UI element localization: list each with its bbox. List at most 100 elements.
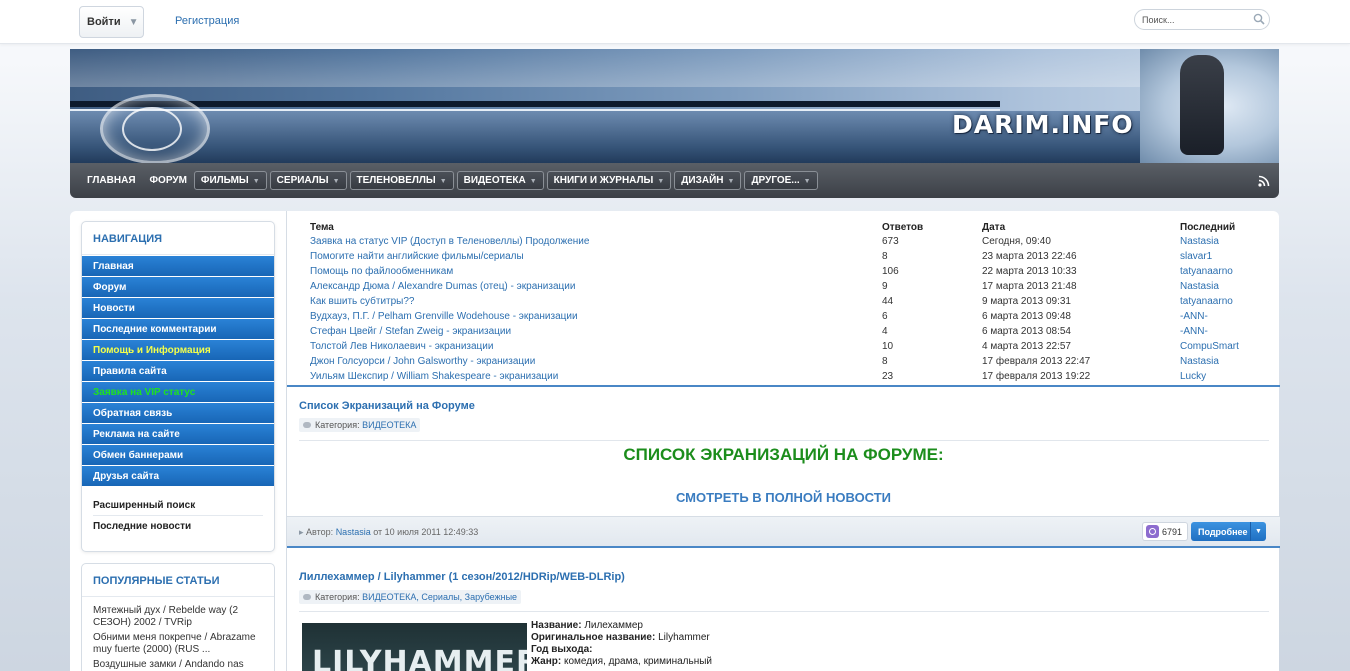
nav-dropdown-books[interactable]: КНИГИ И ЖУРНАЛЫ ▼	[546, 171, 672, 190]
category-link[interactable]: ВИДЕОТЕКА, Сериалы, Зарубежные	[362, 592, 517, 602]
divider	[299, 440, 1269, 441]
nav-dropdown-label: СЕРИАЛЫ	[276, 175, 329, 186]
popular-article-link[interactable]: Воздушные замки / Andando nas	[93, 659, 263, 671]
column-date: Дата	[982, 221, 1006, 233]
sidebar-item-advanced-search[interactable]: Расширенный поиск	[93, 495, 263, 516]
last-poster-link[interactable]: tatyanaarno	[1180, 266, 1233, 277]
table-cell: tatyanaarno	[1180, 294, 1250, 309]
chevron-down-icon: ▼	[529, 178, 537, 185]
last-poster-link[interactable]: Nastasia	[1180, 356, 1219, 367]
sidebar-item-vip[interactable]: Заявка на VIP статус	[82, 382, 274, 403]
search-icon[interactable]	[1253, 13, 1265, 25]
table-cell: 6 марта 2013 08:54	[982, 324, 1180, 339]
login-button[interactable]: Войти ▼	[79, 6, 144, 38]
topic-date: 4 марта 2013 22:57	[982, 341, 1071, 352]
nav-dropdown-label: ВИДЕОТЕКА	[463, 175, 526, 186]
topic-link[interactable]: Как вшить субтитры??	[310, 296, 415, 307]
last-poster-link[interactable]: Nastasia	[1180, 281, 1219, 292]
read-full-news-link[interactable]: СМОТРЕТЬ В ПОЛНОЙ НОВОСТИ	[287, 490, 1280, 505]
nav-item-forum[interactable]: ФОРУМ	[143, 175, 194, 186]
sidebar-item-comments[interactable]: Последние комментарии	[82, 319, 274, 340]
table-cell: 10	[882, 339, 982, 354]
sidebar-item-news[interactable]: Новости	[82, 298, 274, 319]
nav-dropdown-videoteka[interactable]: ВИДЕОТЕКА ▼	[456, 171, 544, 190]
sidebar-item-rules[interactable]: Правила сайта	[82, 361, 274, 382]
table-cell: Вудхауз, П.Г. / Pelham Grenville Wodehou…	[310, 309, 882, 324]
last-poster-link[interactable]: Lucky	[1180, 371, 1206, 382]
table-cell: 44	[882, 294, 982, 309]
chevron-down-icon[interactable]: ▼	[1250, 522, 1266, 541]
nav-dropdown-series[interactable]: СЕРИАЛЫ ▼	[269, 171, 347, 190]
nav-dropdown-telenovelas[interactable]: ТЕЛЕНОВЕЛЛЫ ▼	[349, 171, 454, 190]
film-reel-graphic	[122, 107, 182, 151]
sidebar-item-home[interactable]: Главная	[82, 256, 274, 277]
register-link[interactable]: Регистрация	[175, 15, 239, 27]
table-row: Вудхауз, П.Г. / Pelham Grenville Wodehou…	[310, 309, 1250, 324]
author-link[interactable]: Nastasia	[336, 527, 371, 537]
table-row: Заявка на статус VIP (Доступ в Теленовел…	[310, 234, 1250, 249]
last-poster-link[interactable]: CompuSmart	[1180, 341, 1239, 352]
news-category: Категория: ВИДЕОТЕКА, Сериалы, Зарубежны…	[299, 590, 522, 604]
category-label: Категория:	[315, 592, 360, 602]
category-link[interactable]: ВИДЕОТЕКА	[362, 420, 416, 430]
news-footer: ▸ Автор: Nastasia от 10 июля 2011 12:49:…	[287, 516, 1280, 546]
nav-dropdown-films[interactable]: ФИЛЬМЫ ▼	[193, 171, 267, 190]
table-cell: Заявка на статус VIP (Доступ в Теленовел…	[310, 234, 882, 249]
last-poster-link[interactable]: Nastasia	[1180, 236, 1219, 247]
news-info: Название: Лилехаммер Оригинальное назван…	[531, 620, 712, 668]
sidebar-item-forum[interactable]: Форум	[82, 277, 274, 298]
more-button[interactable]: Подробнее ▼	[1191, 522, 1266, 541]
nav-dropdown-other[interactable]: ДРУГОЕ... ▼	[744, 171, 818, 190]
sidebar-item-help[interactable]: Помощь и Информация	[82, 340, 274, 361]
news-title-link[interactable]: Список Экранизаций на Форуме	[299, 400, 475, 412]
sidebar-item-feedback[interactable]: Обратная связь	[82, 403, 274, 424]
topic-link[interactable]: Стефан Цвейг / Stefan Zweig - экранизаци…	[310, 326, 511, 337]
table-row: Александр Дюма / Alexandre Dumas (отец) …	[310, 279, 1250, 294]
table-cell: 673	[882, 234, 982, 249]
site-logo[interactable]: DARIM.INFO	[952, 110, 1134, 139]
section-divider	[287, 385, 1280, 387]
nav-dropdown-design[interactable]: ДИЗАЙН ▼	[674, 171, 742, 190]
sidebar-item-advertising[interactable]: Реклама на сайте	[82, 424, 274, 445]
last-poster-link[interactable]: -ANN-	[1180, 326, 1208, 337]
sidebar-item-friends[interactable]: Друзья сайта	[82, 466, 274, 487]
rss-icon[interactable]	[1257, 174, 1271, 188]
topic-date: 6 марта 2013 09:48	[982, 311, 1071, 322]
table-cell: 4	[882, 324, 982, 339]
table-cell: -ANN-	[1180, 324, 1250, 339]
topic-link[interactable]: Помогите найти английские фильмы/сериалы	[310, 251, 524, 262]
topic-link[interactable]: Уильям Шекспир / William Shakespeare - э…	[310, 371, 558, 382]
news-title-link[interactable]: Лиллехаммер / Lilyhammer (1 сезон/2012/H…	[299, 571, 625, 583]
last-poster-link[interactable]: slavar1	[1180, 251, 1212, 262]
topic-link[interactable]: Заявка на статус VIP (Доступ в Теленовел…	[310, 236, 589, 247]
news-poster-image[interactable]: LILYHAMMER	[302, 623, 527, 671]
sidebar-item-banners[interactable]: Обмен баннерами	[82, 445, 274, 466]
info-row: Год выхода:	[531, 644, 712, 656]
info-label: Жанр:	[531, 656, 562, 667]
popular-article-link[interactable]: Мятежный дух / Rebelde way (2 СЕЗОН) 200…	[93, 605, 263, 629]
topic-link[interactable]: Помощь по файлообменникам	[310, 266, 453, 277]
table-header: Тема Ответов Дата Последний	[310, 220, 1250, 234]
topic-link[interactable]: Вудхауз, П.Г. / Pelham Grenville Wodehou…	[310, 311, 578, 322]
popular-article-link[interactable]: Обними меня покрепче / Abrazame muy fuer…	[93, 632, 263, 656]
news-headline: СПИСОК ЭКРАНИЗАЦИЙ НА ФОРУМЕ:	[623, 445, 944, 464]
column-last: Последний	[1180, 221, 1236, 233]
table-cell: 17 февраля 2013 19:22	[982, 369, 1180, 384]
chevron-down-icon: ▼	[332, 178, 340, 185]
topic-date: 6 марта 2013 08:54	[982, 326, 1071, 337]
popular-articles-box: ПОПУЛЯРНЫЕ СТАТЬИ Мятежный дух / Rebelde…	[81, 563, 275, 671]
nav-item-home[interactable]: ГЛАВНАЯ	[80, 175, 143, 186]
views-count: 6791	[1162, 526, 1183, 537]
topic-link[interactable]: Александр Дюма / Alexandre Dumas (отец) …	[310, 281, 575, 292]
topic-link[interactable]: Толстой Лев Николаевич - экранизации	[310, 341, 493, 352]
sidebar-item-latest-news[interactable]: Последние новости	[93, 516, 263, 537]
top-bar: Войти ▼ Регистрация	[0, 0, 1350, 44]
person-with-laptop-graphic	[1180, 55, 1224, 155]
table-cell: 22 марта 2013 10:33	[982, 264, 1180, 279]
topic-link[interactable]: Джон Голсуорси / John Galsworthy - экран…	[310, 356, 535, 367]
table-cell: -ANN-	[1180, 309, 1250, 324]
last-poster-link[interactable]: -ANN-	[1180, 311, 1208, 322]
last-poster-link[interactable]: tatyanaarno	[1180, 296, 1233, 307]
search-input[interactable]	[1134, 9, 1270, 30]
info-value: Lilyhammer	[658, 632, 710, 643]
